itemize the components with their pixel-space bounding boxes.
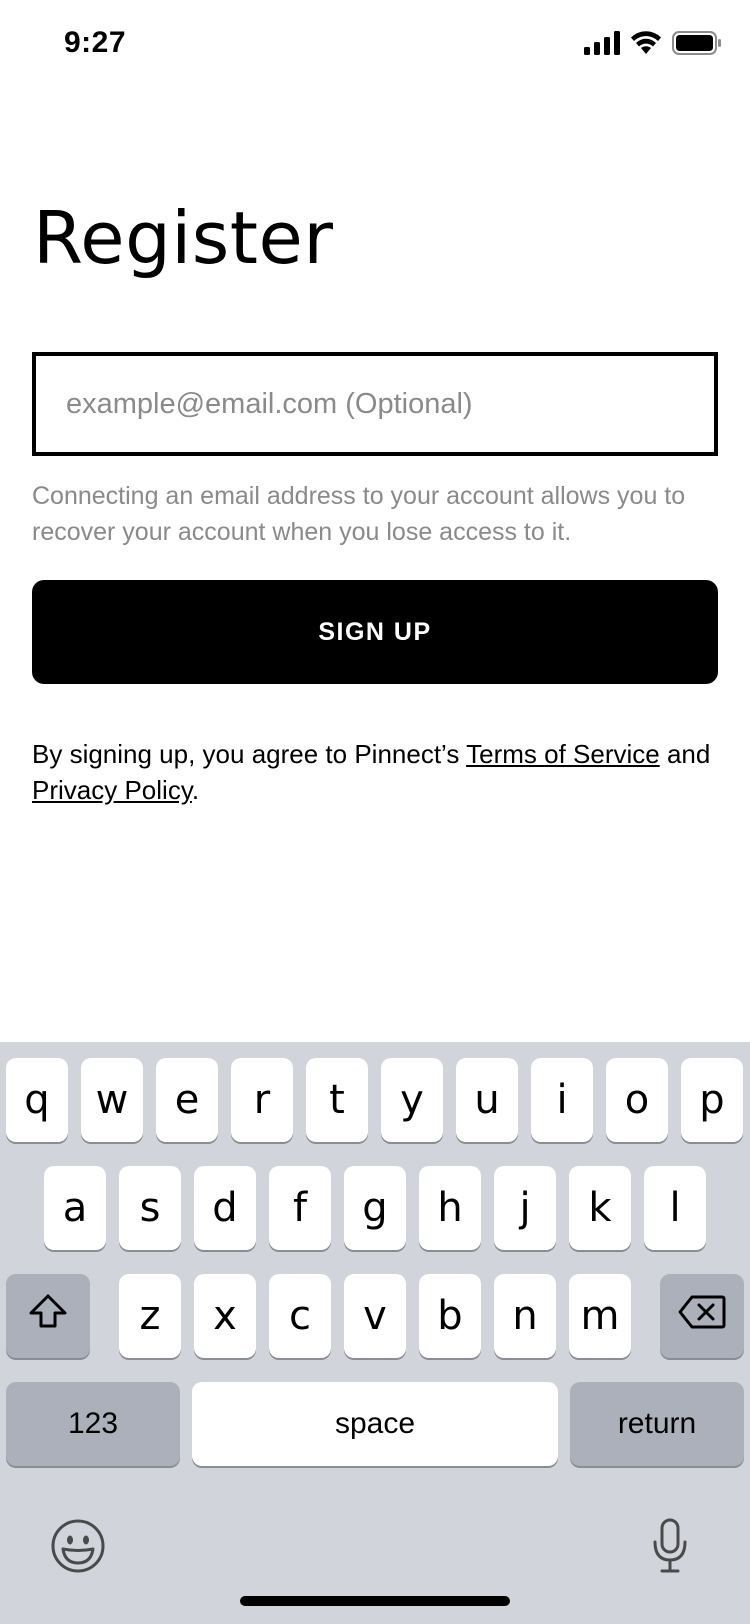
key-q[interactable]: q <box>6 1058 68 1142</box>
key-g[interactable]: g <box>344 1166 406 1250</box>
page-title: Register <box>33 196 334 280</box>
key-n[interactable]: n <box>494 1274 556 1358</box>
legal-prefix: By signing up, you agree to Pinnect’s <box>32 739 467 769</box>
sign-up-button[interactable]: SIGN UP <box>32 580 718 684</box>
key-h[interactable]: h <box>419 1166 481 1250</box>
numbers-key[interactable]: 123 <box>6 1382 180 1466</box>
key-a[interactable]: a <box>44 1166 106 1250</box>
email-field[interactable] <box>32 352 718 456</box>
legal-suffix: . <box>191 775 200 805</box>
key-o[interactable]: o <box>606 1058 668 1142</box>
key-i[interactable]: i <box>531 1058 593 1142</box>
key-z[interactable]: z <box>119 1274 181 1358</box>
legal-middle: and <box>659 739 711 769</box>
privacy-policy-link[interactable]: Privacy Policy <box>32 775 192 805</box>
legal-text: By signing up, you agree to Pinnect’s Te… <box>32 736 732 808</box>
wifi-icon <box>630 30 662 60</box>
shift-icon <box>28 1293 68 1339</box>
key-d[interactable]: d <box>194 1166 256 1250</box>
delete-icon <box>678 1293 726 1339</box>
space-key[interactable]: space <box>192 1382 558 1466</box>
battery-icon <box>672 30 722 60</box>
home-indicator <box>240 1596 510 1606</box>
key-v[interactable]: v <box>344 1274 406 1358</box>
key-b[interactable]: b <box>419 1274 481 1358</box>
key-t[interactable]: t <box>306 1058 368 1142</box>
key-p[interactable]: p <box>681 1058 743 1142</box>
key-r[interactable]: r <box>231 1058 293 1142</box>
delete-key[interactable] <box>660 1274 744 1358</box>
key-l[interactable]: l <box>644 1166 706 1250</box>
key-f[interactable]: f <box>269 1166 331 1250</box>
key-e[interactable]: e <box>156 1058 218 1142</box>
key-k[interactable]: k <box>569 1166 631 1250</box>
microphone-icon[interactable] <box>648 1514 692 1578</box>
key-j[interactable]: j <box>494 1166 556 1250</box>
key-m[interactable]: m <box>569 1274 631 1358</box>
email-input[interactable] <box>36 356 714 452</box>
key-u[interactable]: u <box>456 1058 518 1142</box>
key-s[interactable]: s <box>119 1166 181 1250</box>
status-time: 9:27 <box>64 26 127 59</box>
key-c[interactable]: c <box>269 1274 331 1358</box>
cellular-signal-icon <box>584 30 620 60</box>
status-icons <box>584 30 722 60</box>
shift-key[interactable] <box>6 1274 90 1358</box>
keyboard: q w e r t y u i o p a s d f g h j k l z … <box>0 1042 750 1624</box>
key-x[interactable]: x <box>194 1274 256 1358</box>
return-key[interactable]: return <box>570 1382 744 1466</box>
key-y[interactable]: y <box>381 1058 443 1142</box>
key-w[interactable]: w <box>81 1058 143 1142</box>
email-help-text: Connecting an email address to your acco… <box>32 482 686 546</box>
status-bar: 9:27 <box>0 0 750 92</box>
emoji-icon[interactable] <box>48 1516 108 1576</box>
terms-of-service-link[interactable]: Terms of Service <box>466 739 660 769</box>
